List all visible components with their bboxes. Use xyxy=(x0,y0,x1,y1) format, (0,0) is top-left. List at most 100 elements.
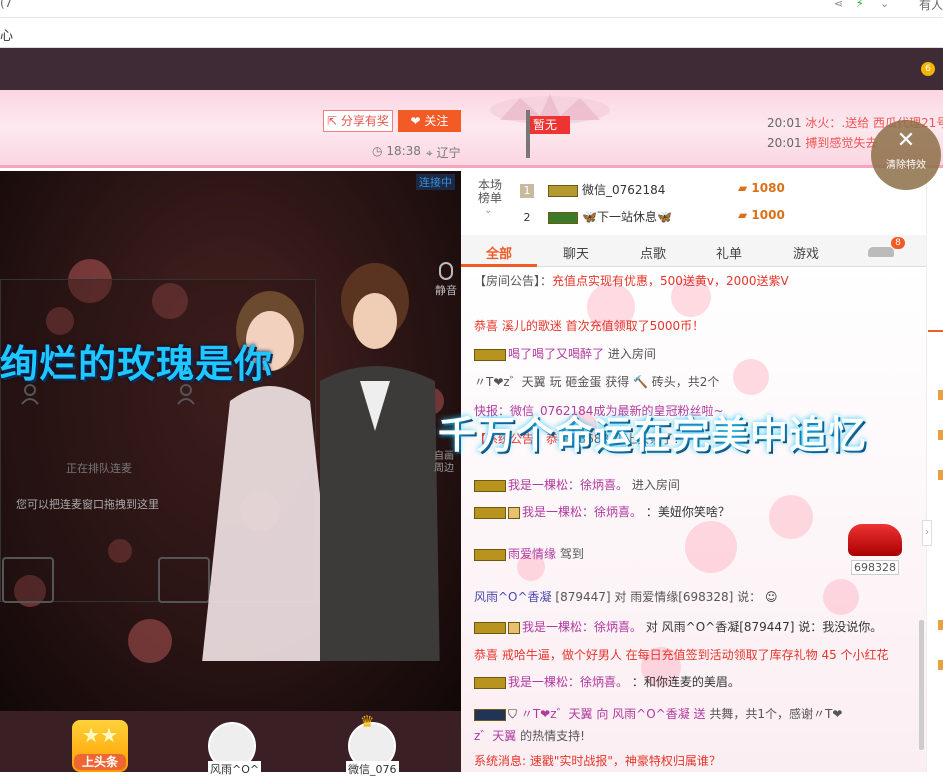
level-badge-icon xyxy=(474,676,506,689)
tab-songs[interactable]: 点歌 xyxy=(640,243,666,262)
tab-games[interactable]: 游戏 xyxy=(793,243,819,262)
rank-label[interactable]: 本场榜单 xyxy=(478,179,506,205)
chat-text: 【房间公告】： xyxy=(474,274,553,288)
car-owner-id[interactable]: 698328 xyxy=(851,560,899,575)
level-badge-icon xyxy=(474,479,506,492)
rank-row[interactable]: 1 微信_0762184 xyxy=(520,181,665,198)
chat-user[interactable]: 雨爱情缘 xyxy=(508,547,556,561)
headline-gift-button[interactable]: ★★ 上头条 xyxy=(72,720,128,772)
mute-button[interactable]: 静音 xyxy=(433,262,459,298)
coin-icon[interactable]: 6 xyxy=(921,62,935,76)
car-count-badge: 8 xyxy=(891,237,905,249)
car-icon[interactable] xyxy=(868,247,894,257)
avatar-name: 风雨^O^ xyxy=(208,761,262,777)
lightning-icon[interactable]: ⚡ xyxy=(856,0,864,10)
connection-status: 连接中 xyxy=(416,174,455,190)
chat-message: 恭喜 戒哈牛逼，做个好男人 在每日充值签到活动领取了库存礼物 45 个小红花 xyxy=(474,648,889,662)
close-icon: ✕ xyxy=(896,128,916,153)
rank-name: 微信_0762184 xyxy=(582,183,666,197)
chat-user[interactable]: z゛天翼 xyxy=(474,729,516,743)
chat-text: 〃T❤z゛天翼 玩 砸金蛋 获得 xyxy=(474,375,630,389)
tab-all[interactable]: 全部 xyxy=(486,243,512,262)
follow-label: 关注 xyxy=(424,114,449,128)
chat-text: 进入房间 xyxy=(631,478,680,492)
edge-item[interactable] xyxy=(938,430,943,440)
rank-number: 2 xyxy=(523,211,531,224)
clock-icon: ◷ xyxy=(372,144,383,158)
clear-effects-button[interactable]: ✕ 清除特效 xyxy=(871,120,941,190)
shield-icon: ⛉ xyxy=(508,707,518,721)
rank-row[interactable]: 2 🦋下一站休息🦋 xyxy=(520,208,672,225)
flag-label: 暂无 xyxy=(530,116,570,134)
share-reward-button[interactable]: ⇱ 分享有奖 xyxy=(323,110,393,132)
chat-announcement: 【房间公告】：充值点实现有优惠，500送黄v，2000送紫V xyxy=(474,272,789,289)
chat-message: 我是一棵松：徐炳喜。 ：和你连麦的美眉。 xyxy=(474,673,740,690)
level-badge-icon xyxy=(548,211,578,224)
edge-item[interactable] xyxy=(938,620,943,630)
video-stage[interactable]: 连接中 静音 自画周边 正在排队连麦 您可以把连麦窗口拖拽到这里 绚烂的玫瑰是你 xyxy=(0,171,461,711)
browser-tab-strip: (7 ⋖ ⚡ ⌄ 有人 xyxy=(0,0,943,18)
chat-user[interactable]: 风雨^O^香凝 xyxy=(474,590,552,604)
chevron-down-icon[interactable]: ⌄ xyxy=(484,205,492,216)
site-top-nav: 6 xyxy=(0,48,943,90)
chat-message: 雨爱情缘 驾到 xyxy=(474,545,584,562)
car-image xyxy=(848,524,902,556)
hammer-icon: 🔨 xyxy=(632,375,648,389)
chat-text: 进入房间 xyxy=(607,347,656,361)
right-fragment: 有人 xyxy=(918,0,943,12)
headline-label: 上头条 xyxy=(74,754,126,770)
tab-gifts[interactable]: 礼单 xyxy=(716,243,742,262)
coin-stack-icon: ▰ xyxy=(738,208,748,222)
level-badge-icon xyxy=(548,184,578,197)
tab-title-fragment[interactable]: (7 xyxy=(0,0,12,10)
chat-text: ：和你连麦的美眉。 xyxy=(631,675,740,689)
lyric-line-2: 千万个命运在完美中追忆 xyxy=(438,413,868,457)
chat-message: 恭喜 溪儿的歌迷 首次充值领取了5000币！ xyxy=(474,319,705,333)
chat-system-message: 系统消息: 速戳"实时战报"，神豪特权归属谁？ xyxy=(474,754,721,768)
chat-user[interactable]: 我是一棵松：徐炳喜。 xyxy=(508,675,628,689)
chat-text: 砖头，共2个 xyxy=(651,375,720,389)
rank-score-value: 1080 xyxy=(751,181,785,195)
chat-user[interactable]: 喝了喝了又喝醉了 xyxy=(508,347,604,361)
chat-message: z゛天翼 的热情支持! xyxy=(474,727,585,744)
follow-button[interactable]: ❤ 关注 xyxy=(398,110,461,132)
ticker-item[interactable]: 20:01 搏到感觉失去 xyxy=(767,134,877,151)
avatar-name: 微信_076 xyxy=(346,761,399,777)
clear-effects-label: 清除特效 xyxy=(886,160,926,171)
chat-message: 我是一棵松：徐炳喜。 进入房间 xyxy=(474,476,680,493)
rank-badge-icon xyxy=(508,506,520,519)
chevron-down-icon[interactable]: ⌄ xyxy=(880,0,889,10)
mute-label: 静音 xyxy=(435,284,457,297)
ticker-time: 20:01 xyxy=(767,116,802,130)
rank-badge-icon xyxy=(508,621,520,634)
wedding-couple-image xyxy=(202,263,440,661)
level-badge-icon xyxy=(474,708,506,721)
star-icon: ★★ xyxy=(82,723,118,747)
queue-text: 正在排队连麦 xyxy=(66,462,132,475)
chat-scrollbar[interactable] xyxy=(919,620,924,750)
coin-stack-icon: ▰ xyxy=(738,181,748,195)
rank-score: ▰ 1000 xyxy=(738,208,785,222)
tab-chat[interactable]: 聊天 xyxy=(563,243,589,262)
edge-item[interactable] xyxy=(938,470,943,480)
edge-item[interactable] xyxy=(938,660,943,670)
chat-message: 风雨^O^香凝 [879447] 对 雨爱情缘[698328] 说： ☺ xyxy=(474,588,778,605)
rank-score: ▰ 1080 xyxy=(738,181,785,195)
ticker-time: 20:01 xyxy=(767,136,802,150)
level-badge-icon xyxy=(474,348,506,361)
address-bar[interactable]: 心 xyxy=(0,18,943,48)
chat-text: 对 风雨^O^香凝[879447] 说：我没说你。 xyxy=(645,620,883,634)
mic-seat[interactable] xyxy=(2,557,54,603)
crown-icon: ♛ xyxy=(360,712,375,731)
chat-message: 〃T❤z゛天翼 玩 砸金蛋 获得 🔨 砖头，共2个 xyxy=(474,373,719,390)
chevron-right-icon[interactable]: › xyxy=(922,520,932,546)
region-text: 辽宁 xyxy=(436,146,461,160)
edge-item[interactable] xyxy=(938,390,943,400)
chat-user[interactable]: 我是一棵松：徐炳喜。 xyxy=(508,478,628,492)
chat-message: 喝了喝了又喝醉了 进入房间 xyxy=(474,345,656,362)
chat-text: [879447] 对 雨爱情缘[698328] 说： xyxy=(555,590,762,604)
chat-message: 我是一棵松：徐炳喜。 ：美妞你笑啥？ xyxy=(474,503,730,520)
chat-user[interactable]: 我是一棵松：徐炳喜。 xyxy=(522,505,642,519)
chat-user[interactable]: 我是一棵松：徐炳喜。 xyxy=(522,620,642,634)
share-icon[interactable]: ⋖ xyxy=(834,0,843,10)
